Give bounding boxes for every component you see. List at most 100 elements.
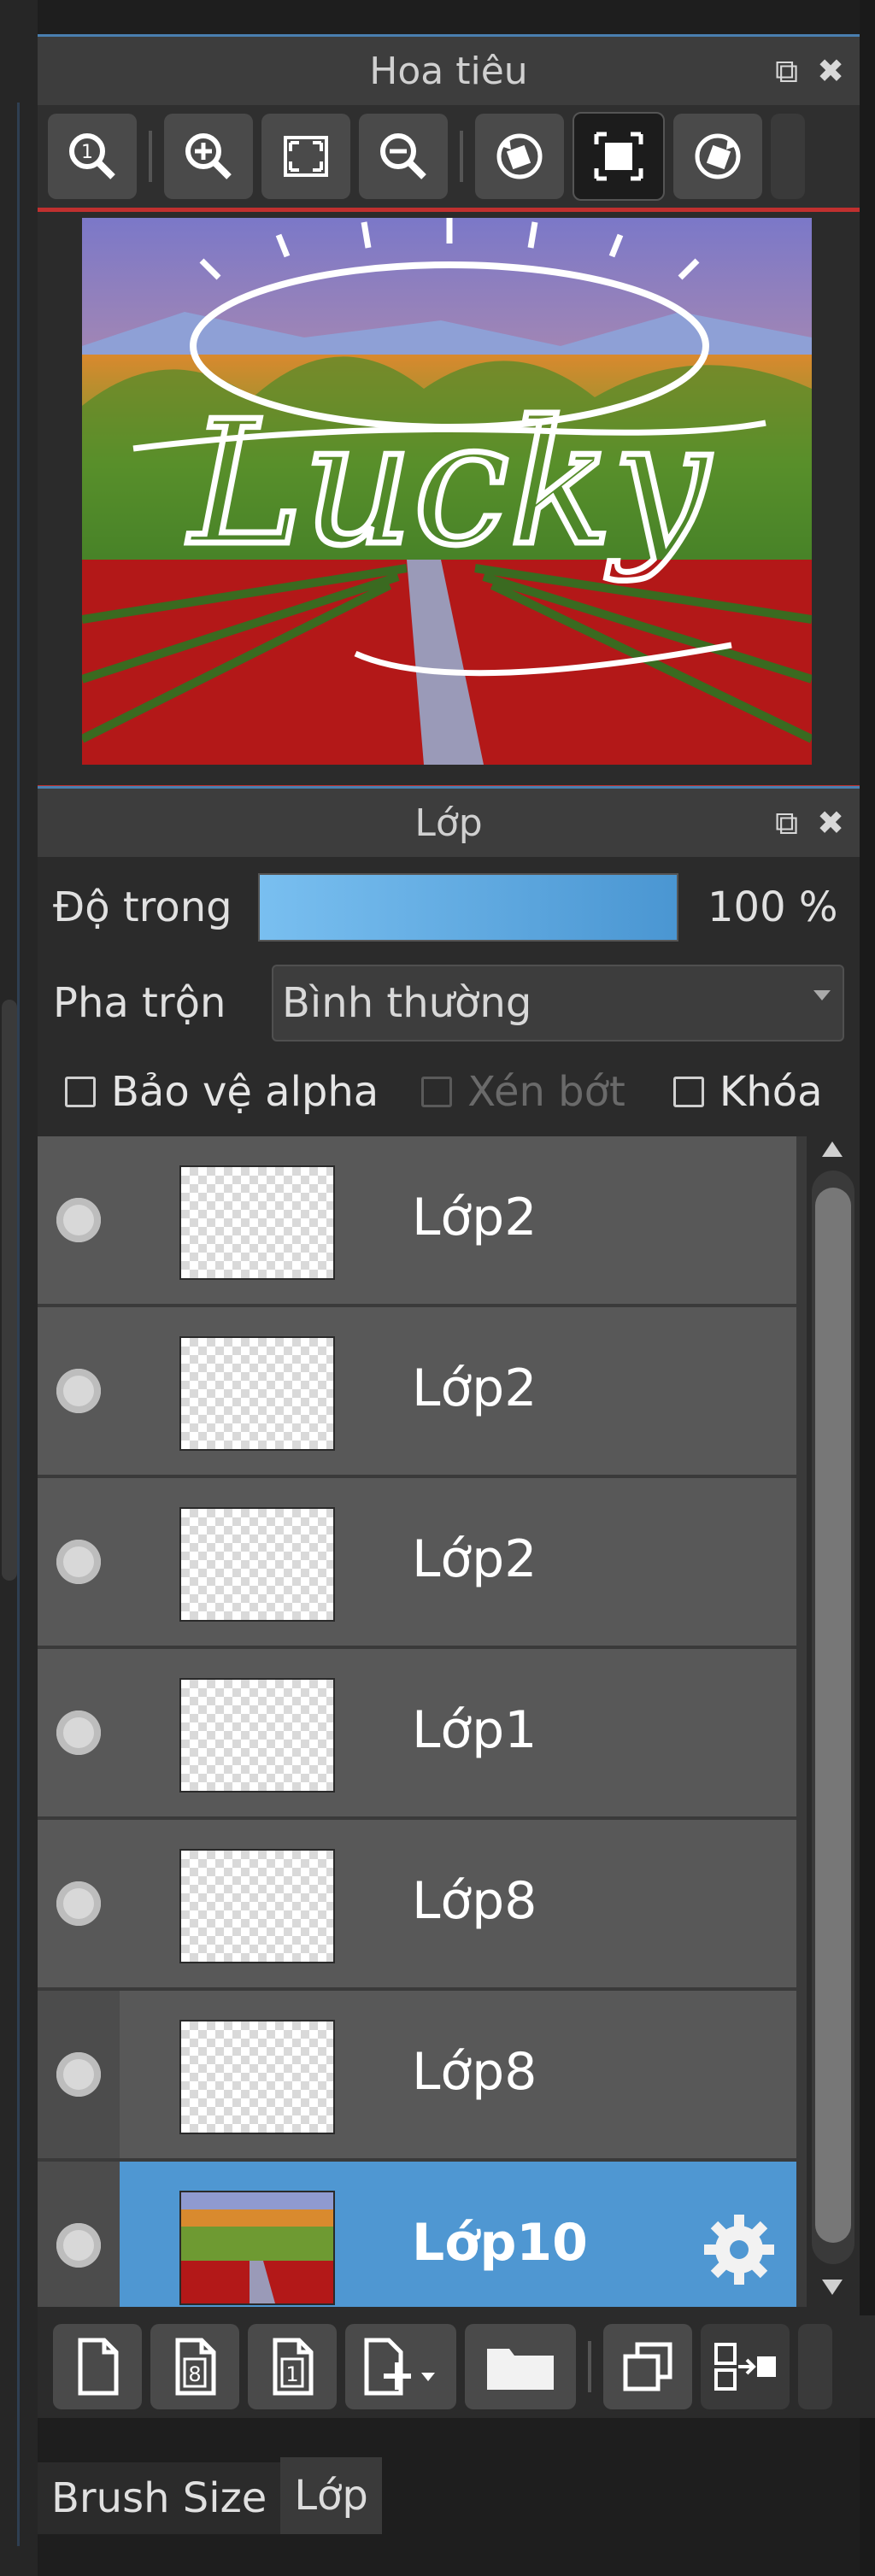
visibility-dot-icon[interactable] xyxy=(56,2052,101,2097)
new-layer-button[interactable] xyxy=(53,2324,142,2409)
preview-top-border xyxy=(38,208,860,212)
left-scrollbar[interactable] xyxy=(2,1000,17,1581)
layer-tools-bar: 8 1 xyxy=(38,2315,875,2418)
rotate-left-icon xyxy=(496,133,543,179)
new-8bit-layer-button[interactable]: 8 xyxy=(150,2324,239,2409)
lock-checkbox[interactable]: Khóa xyxy=(672,1068,823,1116)
blend-row: Pha trộn Bình thường xyxy=(38,960,860,1046)
layer-thumbnail xyxy=(179,1678,335,1793)
checkbox-box xyxy=(421,1077,453,1107)
layer-thumbnail xyxy=(179,1507,335,1622)
visibility-dot-icon[interactable] xyxy=(56,1540,101,1584)
merge-down-button[interactable] xyxy=(701,2324,790,2409)
layer-name: Lớp2 xyxy=(412,1358,537,1418)
opacity-value: 100 % xyxy=(708,883,838,931)
lock-label: Khóa xyxy=(719,1068,823,1116)
left-divider xyxy=(17,103,20,2546)
layers-panel: Lớp ⧉ ✖ Độ trong 100 % Pha trộn Bình thư… xyxy=(38,786,875,2418)
toolbar-separator xyxy=(149,131,152,182)
layer-row[interactable]: Lớp2 xyxy=(38,1136,796,1307)
layer-name: Lớp2 xyxy=(412,1529,537,1589)
visibility-dot-icon[interactable] xyxy=(56,1881,101,1926)
visibility-dot-icon[interactable] xyxy=(56,1198,101,1242)
new-layer-icon xyxy=(78,2338,119,2396)
new-folder-icon xyxy=(487,2349,554,2390)
close-icon[interactable]: ✖ xyxy=(817,804,844,842)
svg-text:1: 1 xyxy=(285,2362,298,2386)
checkbox-box xyxy=(672,1077,704,1107)
toolbar-separator xyxy=(460,131,463,182)
clip-label: Xén bớt xyxy=(467,1068,625,1116)
rotate-right-icon xyxy=(695,133,741,179)
layer-name: Lớp8 xyxy=(412,2042,537,2102)
layer-thumbnail xyxy=(179,1165,335,1280)
panel-tabs: Brush Size Lớp xyxy=(38,2449,860,2534)
duplicate-layer-icon xyxy=(623,2342,672,2391)
close-icon[interactable]: ✖ xyxy=(817,52,844,91)
navigator-titlebar: Hoa tiêu ⧉ ✖ xyxy=(38,34,860,105)
navigator-panel: Hoa tiêu ⧉ ✖ 1 Lucky xyxy=(38,34,860,801)
blend-mode-select[interactable]: Bình thường xyxy=(272,965,844,1042)
gear-icon[interactable] xyxy=(701,2211,778,2288)
blend-mode-value: Bình thường xyxy=(282,979,532,1027)
new-8bit-layer-icon: 8 xyxy=(175,2338,216,2396)
layer-row[interactable]: Lớp1 xyxy=(38,1649,796,1820)
opacity-slider[interactable] xyxy=(258,873,678,942)
layer-row[interactable]: Lớp2 xyxy=(38,1478,796,1649)
fit-screen-icon xyxy=(284,136,328,177)
toolbar-overflow-button[interactable] xyxy=(771,114,805,199)
zoom-out-button[interactable] xyxy=(359,114,448,199)
toolbar-overflow-button[interactable] xyxy=(798,2324,832,2409)
left-side-strip xyxy=(0,0,38,2576)
layer-name: Lớp1 xyxy=(412,1700,537,1760)
new-folder-button[interactable] xyxy=(465,2324,576,2409)
opacity-label: Độ trong xyxy=(53,883,232,931)
fit-canvas-icon xyxy=(594,132,643,181)
layer-row[interactable]: Lớp8 xyxy=(38,1991,796,2162)
scroll-thumb[interactable] xyxy=(815,1188,851,2243)
toolbar-separator xyxy=(588,2341,591,2392)
navigator-toolbar: 1 xyxy=(38,105,860,208)
protect-alpha-checkbox[interactable]: Bảo vệ alpha xyxy=(65,1068,379,1116)
navigator-preview[interactable]: Lucky xyxy=(38,208,860,801)
add-layer-dropdown-button[interactable] xyxy=(345,2324,456,2409)
zoom-out-icon xyxy=(380,133,426,179)
right-edge xyxy=(860,0,875,2576)
zoom-in-button[interactable] xyxy=(164,114,253,199)
visibility-dot-icon[interactable] xyxy=(56,1710,101,1755)
svg-text:1: 1 xyxy=(81,142,93,163)
zoom-actual-button[interactable]: 1 xyxy=(48,114,137,199)
scroll-down-icon[interactable] xyxy=(822,2280,843,2295)
layer-options-row: Bảo vệ alpha Xén bớt Khóa xyxy=(38,1058,860,1126)
layer-thumbnail xyxy=(179,1336,335,1451)
layer-thumbnail xyxy=(179,1849,335,1963)
layer-row[interactable]: Lớp8 xyxy=(38,1820,796,1991)
tab-brush-size[interactable]: Brush Size xyxy=(38,2462,281,2534)
duplicate-layer-button[interactable] xyxy=(603,2324,692,2409)
popout-icon[interactable]: ⧉ xyxy=(775,52,798,91)
popout-icon[interactable]: ⧉ xyxy=(775,804,798,842)
tab-layers[interactable]: Lớp xyxy=(280,2457,382,2534)
visibility-dot-icon[interactable] xyxy=(56,1369,101,1413)
opacity-slider-fill xyxy=(260,875,677,940)
rotate-right-button[interactable] xyxy=(673,114,762,199)
new-1bit-layer-button[interactable]: 1 xyxy=(248,2324,337,2409)
rotate-left-button[interactable] xyxy=(475,114,564,199)
clip-checkbox: Xén bớt xyxy=(421,1068,625,1116)
layer-row-selected[interactable]: Lớp10 xyxy=(38,2162,796,2307)
visibility-dot-icon[interactable] xyxy=(56,2223,101,2268)
scroll-up-icon[interactable] xyxy=(822,1141,843,1157)
layer-row[interactable]: Lớp2 xyxy=(38,1307,796,1478)
layer-name: Lớp10 xyxy=(412,2213,588,2273)
layer-list: Lớp2 Lớp2 Lớp2 Lớp1 Lớp8 Lớp8 Lớp10 xyxy=(38,1136,807,2307)
layer-list-scrollbar[interactable] xyxy=(807,1136,860,2307)
fit-canvas-button[interactable] xyxy=(573,112,665,201)
checkbox-box xyxy=(65,1077,96,1107)
new-1bit-layer-icon: 1 xyxy=(273,2338,314,2396)
layer-name: Lớp8 xyxy=(412,1871,537,1931)
fit-screen-button[interactable] xyxy=(261,114,350,199)
add-layer-dropdown-icon xyxy=(364,2338,435,2396)
zoom-in-icon xyxy=(185,133,232,179)
svg-text:Lucky: Lucky xyxy=(186,384,712,584)
merge-down-icon xyxy=(714,2343,776,2391)
